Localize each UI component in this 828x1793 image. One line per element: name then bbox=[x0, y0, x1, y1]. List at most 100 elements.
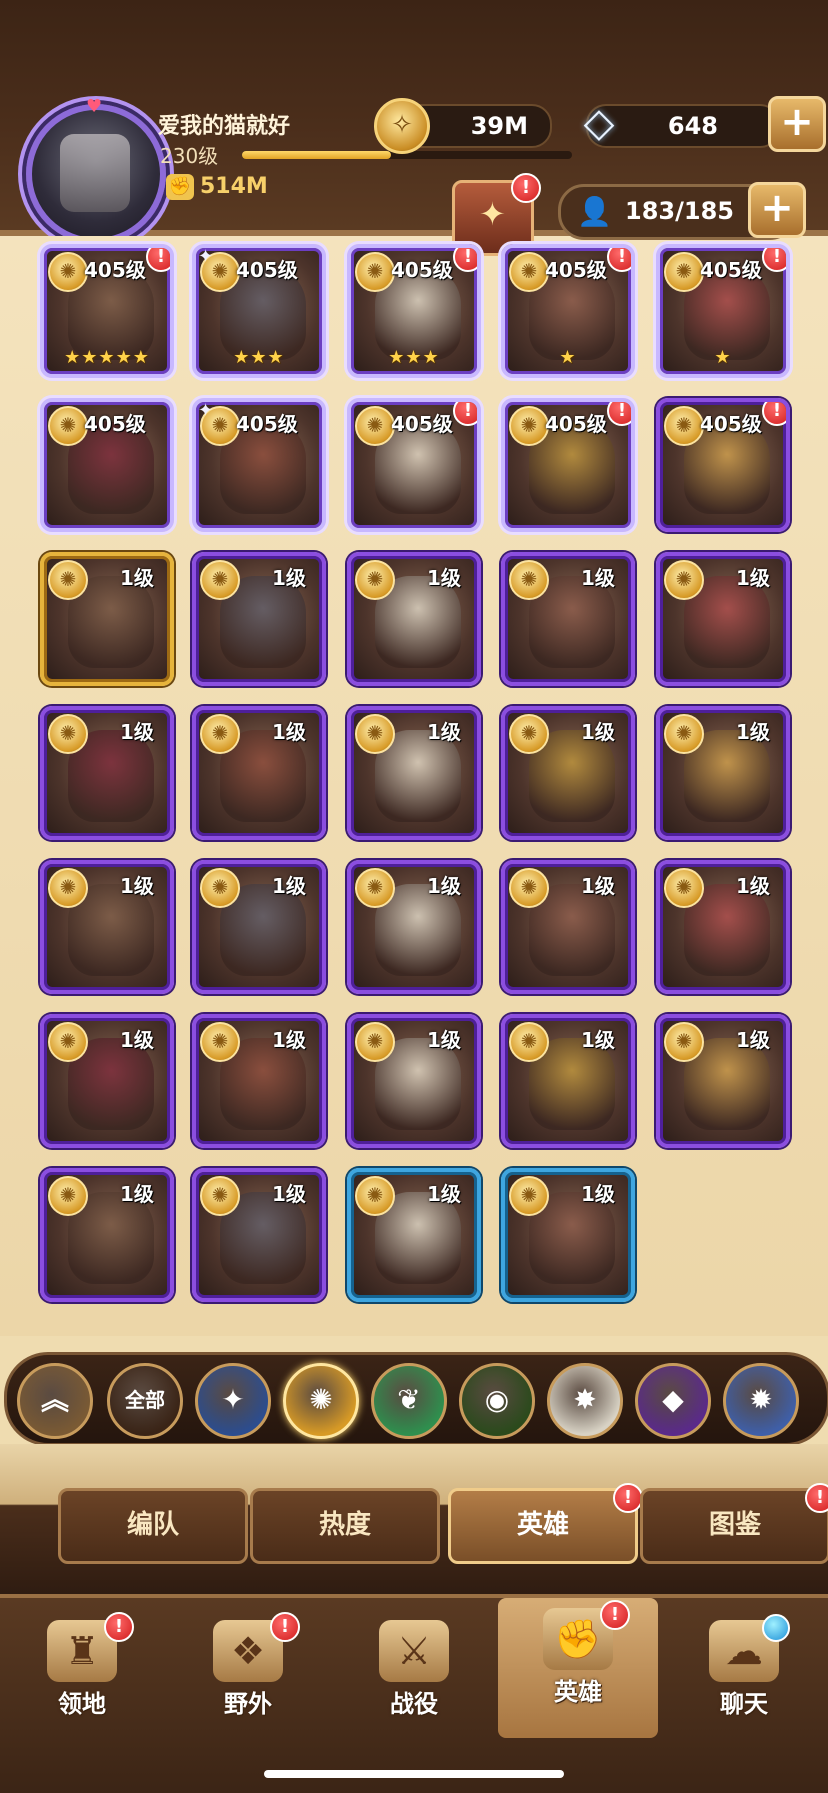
lightbearer-faction-icon: ✺ bbox=[355, 1176, 395, 1216]
hero-sub-tabs: 编队 热度 英雄! 图鉴! bbox=[0, 1444, 828, 1594]
faction-filter-all-icon[interactable]: 全部 bbox=[107, 1363, 183, 1439]
lightbearer-faction-icon: ✺ bbox=[48, 406, 88, 446]
tab-alert-badge: ! bbox=[805, 1483, 828, 1513]
hero-stars: ★ bbox=[714, 347, 732, 368]
sword-emblem-icon: ⚔ bbox=[379, 1620, 449, 1682]
expand-capacity-button[interactable]: + bbox=[748, 182, 806, 238]
hero-alert-badge: ! bbox=[453, 248, 477, 272]
lightbearer-faction-icon: ✺ bbox=[200, 560, 240, 600]
faction-filter-leaf-icon[interactable]: ❦ bbox=[371, 1363, 447, 1439]
hero-card[interactable]: ✺ 405级 ★★★! bbox=[347, 244, 481, 378]
faction-filter-radiant-star-icon[interactable]: ✸ bbox=[547, 1363, 623, 1439]
eye-icon: ◉ bbox=[484, 1383, 510, 1416]
lightbearer-faction-icon: ✺ bbox=[664, 1022, 704, 1062]
hero-level: 405级 bbox=[700, 258, 762, 282]
hero-card[interactable]: ✺ 405级 ★★★★★! bbox=[40, 244, 174, 378]
hero-card[interactable]: ✺ 1级 bbox=[501, 860, 635, 994]
hero-card[interactable]: ✺ 1级 bbox=[656, 860, 790, 994]
combat-power: ✊ 514M bbox=[166, 174, 268, 200]
hero-level: 405级 bbox=[391, 412, 453, 436]
lightbearer-faction-icon: ✺ bbox=[48, 868, 88, 908]
faction-filter-eye-icon[interactable]: ◉ bbox=[459, 1363, 535, 1439]
nav-sword-emblem[interactable]: ⚔ 战役 bbox=[334, 1610, 494, 1730]
hero-card[interactable]: ✺ ✦ 405级 bbox=[192, 398, 326, 532]
hero-card[interactable]: ✺ 1级 bbox=[347, 860, 481, 994]
add-gems-button[interactable]: + bbox=[768, 96, 826, 152]
tab-formation[interactable]: 编队 bbox=[58, 1488, 248, 1564]
hero-level: 1级 bbox=[272, 566, 306, 590]
hero-alert-badge: ! bbox=[607, 402, 631, 426]
lightbearer-faction-icon: ✺ bbox=[664, 406, 704, 446]
hero-card[interactable]: ✺ 405级 ★! bbox=[656, 244, 790, 378]
hero-level: 1级 bbox=[427, 1028, 461, 1052]
hero-card[interactable]: ✺ 1级 bbox=[40, 1014, 174, 1148]
nav-hero-fist[interactable]: ✊ 英雄! bbox=[498, 1598, 658, 1738]
lightbearer-faction-icon: ✺ bbox=[48, 1022, 88, 1062]
lightbearer-faction-icon: ✺ bbox=[48, 252, 88, 292]
hero-card[interactable]: ✺ 1级 bbox=[40, 860, 174, 994]
faction-filter-double-chevron-up-icon[interactable]: ︽ bbox=[17, 1363, 93, 1439]
tab-codex[interactable]: 图鉴! bbox=[640, 1483, 828, 1564]
hero-alert-badge: ! bbox=[453, 402, 477, 426]
hero-card[interactable]: ✺ 405级 ★! bbox=[501, 244, 635, 378]
hero-card[interactable]: ✺ 1级 bbox=[347, 552, 481, 686]
hero-card[interactable]: ✺ 405级! bbox=[501, 398, 635, 532]
hero-card[interactable]: ✺ 1级 bbox=[501, 552, 635, 686]
tab-popularity[interactable]: 热度 bbox=[250, 1488, 440, 1564]
hero-level: 1级 bbox=[272, 1182, 306, 1206]
hero-card[interactable]: ✺ 1级 bbox=[347, 1168, 481, 1302]
radiant-star-icon: ✸ bbox=[573, 1383, 597, 1416]
hero-level: 405级 bbox=[391, 258, 453, 282]
lightbearer-faction-icon: ✺ bbox=[664, 714, 704, 754]
double-chevron-up-icon: ︽ bbox=[40, 1383, 69, 1416]
hero-stars: ★★★ bbox=[233, 347, 285, 368]
hero-card[interactable]: ✺ 1级 bbox=[347, 706, 481, 840]
hero-card[interactable]: ✺ 1级 bbox=[501, 706, 635, 840]
lightbearer-faction-icon: ✺ bbox=[355, 714, 395, 754]
hero-card[interactable]: ✺ 1级 bbox=[40, 1168, 174, 1302]
avatar-portrait bbox=[60, 134, 130, 212]
hero-card[interactable]: ✺ 1级 bbox=[192, 1168, 326, 1302]
hero-card[interactable]: ✺ 1级 bbox=[347, 1014, 481, 1148]
tab-heroes[interactable]: 英雄! bbox=[448, 1483, 643, 1564]
new-message-dot bbox=[762, 1614, 790, 1642]
home-indicator bbox=[264, 1770, 564, 1778]
nav-label: 领地 bbox=[58, 1690, 106, 1718]
diamond-icon: ◇ bbox=[583, 100, 615, 146]
hero-card[interactable]: ✺ 1级 bbox=[192, 1014, 326, 1148]
hero-stars: ★★★ bbox=[388, 347, 440, 368]
hero-card[interactable]: ✺ 1级 bbox=[656, 1014, 790, 1148]
hero-card[interactable]: ✺ 1级 bbox=[501, 1014, 635, 1148]
hero-card[interactable]: ✺ 1级 bbox=[192, 552, 326, 686]
lightbearer-faction-icon: ✺ bbox=[355, 252, 395, 292]
celestial-shield-icon: ✹ bbox=[749, 1383, 773, 1416]
faction-filter-lightbearer-icon[interactable]: ✺ bbox=[283, 1363, 359, 1439]
hero-card[interactable]: ✺ 1级 bbox=[192, 860, 326, 994]
lightbearer-faction-icon: ✺ bbox=[509, 560, 549, 600]
faction-filter-compass-star-icon[interactable]: ✦ bbox=[195, 1363, 271, 1439]
hero-level: 1级 bbox=[120, 1182, 154, 1206]
hero-card[interactable]: ✺ 1级 bbox=[40, 706, 174, 840]
hero-card[interactable]: ✺ 1级 bbox=[656, 706, 790, 840]
hero-card[interactable]: ✺ 1级 bbox=[656, 552, 790, 686]
hero-level: 1级 bbox=[736, 874, 770, 898]
hero-card[interactable]: ✺ 405级! bbox=[347, 398, 481, 532]
hero-card[interactable]: ✺ 1级 bbox=[40, 552, 174, 686]
hero-level: 1级 bbox=[272, 874, 306, 898]
faction-filter-hypogean-icon[interactable]: ◆ bbox=[635, 1363, 711, 1439]
hero-card[interactable]: ✺ 1级 bbox=[501, 1168, 635, 1302]
lightbearer-faction-icon: ✺ bbox=[509, 406, 549, 446]
hero-level: 1级 bbox=[736, 566, 770, 590]
player-avatar[interactable]: ♥ bbox=[26, 96, 166, 244]
hero-level: 1级 bbox=[120, 566, 154, 590]
nav-chat-bubble[interactable]: ☁ 聊天 bbox=[664, 1610, 824, 1730]
hero-level: 1级 bbox=[427, 566, 461, 590]
hero-card[interactable]: ✺ 405级 bbox=[40, 398, 174, 532]
faction-filter-celestial-shield-icon[interactable]: ✹ bbox=[723, 1363, 799, 1439]
hero-level: 405级 bbox=[545, 412, 607, 436]
hero-card[interactable]: ✺ 405级! bbox=[656, 398, 790, 532]
hero-card[interactable]: ✺ ✦ 405级 ★★★ bbox=[192, 244, 326, 378]
nav-scroll-map[interactable]: ❖ 野外! bbox=[168, 1610, 328, 1730]
nav-castle[interactable]: ♜ 领地! bbox=[2, 1610, 162, 1730]
hero-card[interactable]: ✺ 1级 bbox=[192, 706, 326, 840]
